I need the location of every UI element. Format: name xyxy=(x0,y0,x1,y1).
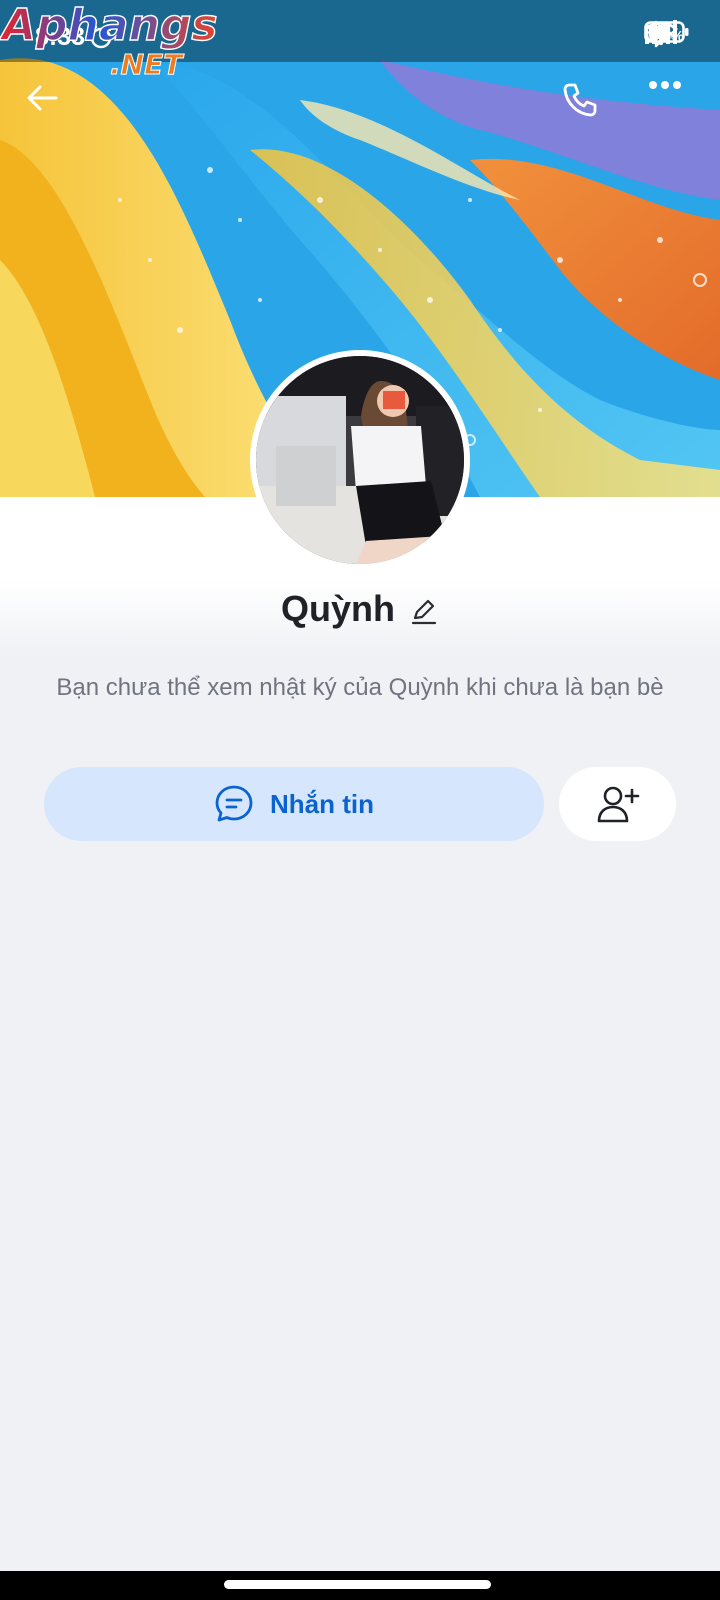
battery-icon xyxy=(644,21,689,43)
back-button[interactable] xyxy=(24,80,80,136)
privacy-notice: Bạn chưa thể xem nhật ký của Quỳnh khi c… xyxy=(56,674,664,701)
more-options-button[interactable] xyxy=(648,80,704,136)
user-plus-icon xyxy=(597,786,639,823)
home-indicator[interactable] xyxy=(224,1580,491,1589)
status-indicators: 68% xyxy=(644,20,689,48)
chat-bubble-icon xyxy=(215,785,253,822)
phone-icon xyxy=(563,83,597,117)
svg-text:Aphangs: Aphangs xyxy=(0,0,218,51)
avatar-photo xyxy=(256,356,464,564)
watermark-logo: Aphangs .NET xyxy=(0,0,218,80)
arrow-left-icon xyxy=(27,85,58,111)
profile-avatar[interactable] xyxy=(250,350,470,570)
profile-name: Quỳnh xyxy=(281,588,395,629)
message-button-label: Nhắn tin xyxy=(270,788,374,819)
message-button[interactable]: Nhắn tin xyxy=(44,767,544,841)
pencil-icon xyxy=(411,599,437,625)
more-dots-icon xyxy=(649,81,681,89)
call-button[interactable] xyxy=(560,80,616,136)
edit-name-button[interactable] xyxy=(409,596,439,626)
profile-name-row: Quỳnh xyxy=(0,584,720,634)
add-friend-button[interactable] xyxy=(559,767,676,841)
svg-text:.NET: .NET xyxy=(110,48,184,80)
